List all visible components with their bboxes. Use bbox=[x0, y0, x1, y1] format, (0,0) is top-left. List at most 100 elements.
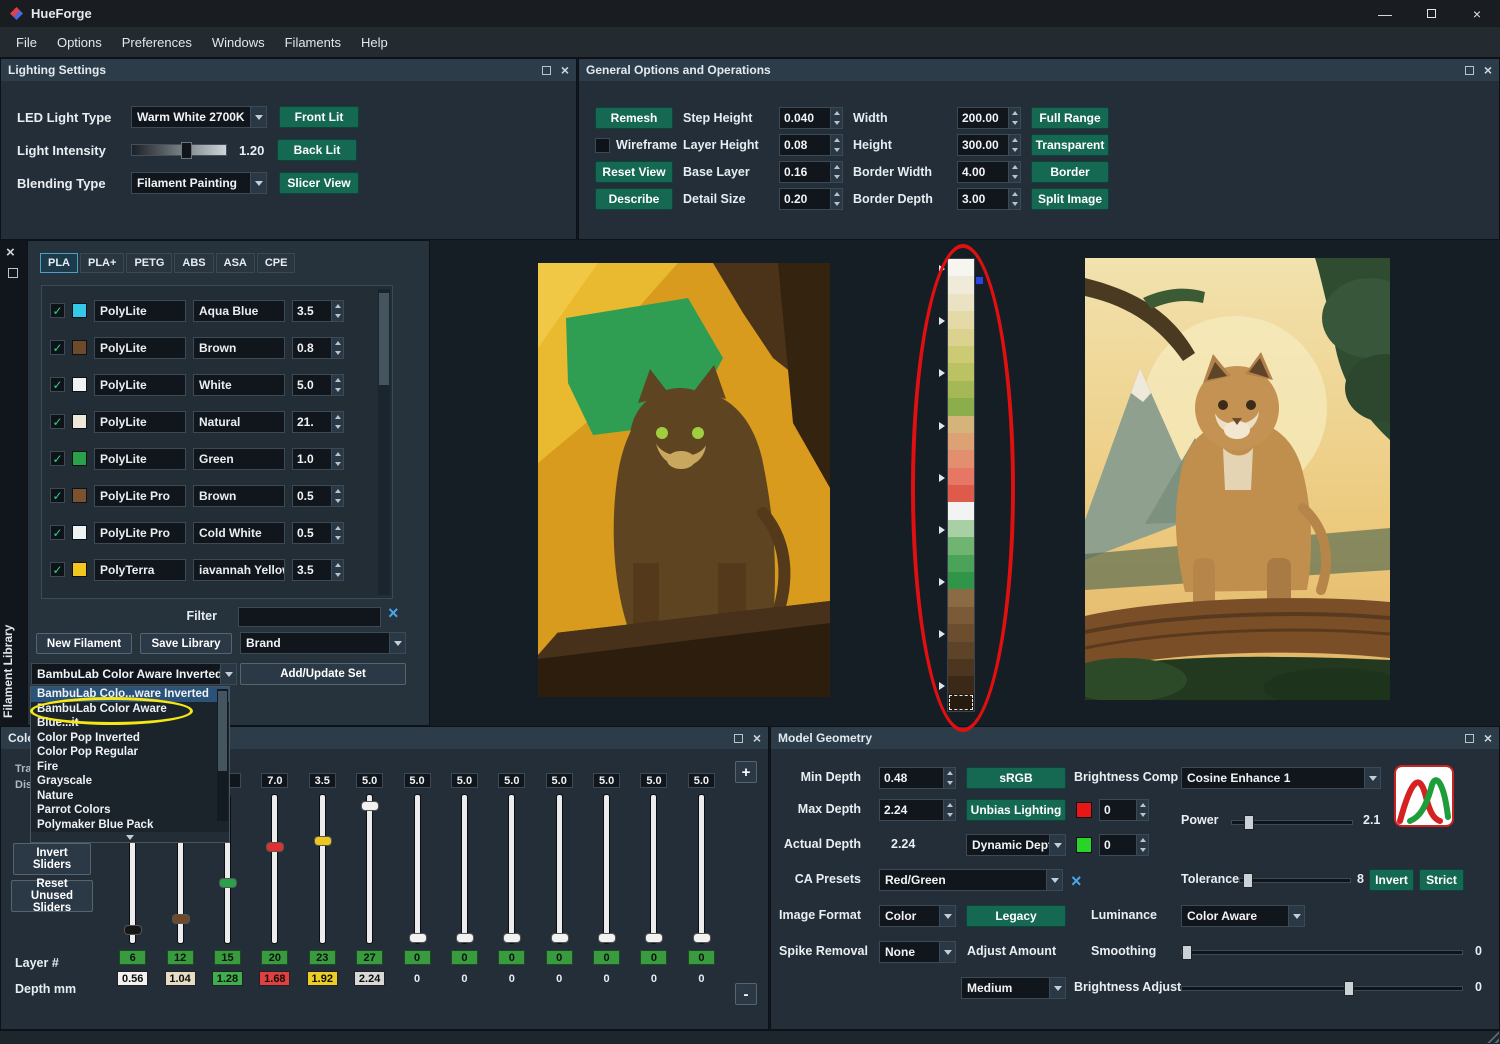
dynamic-depth-dropdown[interactable]: Dynamic Depth bbox=[966, 834, 1066, 856]
spin-arrows[interactable] bbox=[331, 523, 343, 543]
smoothing-slider-handle[interactable] bbox=[1182, 945, 1192, 960]
spin-arrows[interactable] bbox=[331, 338, 343, 358]
filament-checkbox[interactable] bbox=[50, 562, 65, 577]
color-strip-segment[interactable] bbox=[948, 659, 974, 676]
set-option[interactable]: Polymaker Blue Pack bbox=[31, 818, 229, 833]
spin-down-arrow[interactable] bbox=[332, 533, 343, 543]
spin-arrows[interactable] bbox=[331, 412, 343, 432]
spike-removal-dropdown[interactable]: None bbox=[879, 941, 956, 963]
spin-up-arrow[interactable] bbox=[1009, 162, 1020, 172]
spin-arrows[interactable] bbox=[830, 189, 842, 209]
menu-item-help[interactable]: Help bbox=[351, 31, 398, 54]
spin-arrows[interactable] bbox=[1008, 108, 1020, 128]
filament-td-input[interactable]: 5.0 bbox=[292, 374, 344, 396]
ca-presets-dropdown[interactable]: Red/Green bbox=[879, 869, 1063, 891]
layer-height-input[interactable]: 0.08 bbox=[779, 134, 843, 156]
filter-clear-icon[interactable]: × bbox=[388, 603, 399, 624]
slider-track[interactable] bbox=[508, 794, 515, 944]
set-option[interactable]: Color Pop Regular bbox=[31, 745, 229, 760]
set-option[interactable]: Color Pop Inverted bbox=[31, 731, 229, 746]
spin-down-arrow[interactable] bbox=[944, 810, 955, 820]
spin-down-arrow[interactable] bbox=[332, 311, 343, 321]
spin-down-arrow[interactable] bbox=[332, 348, 343, 358]
wireframe-checkbox[interactable] bbox=[595, 138, 610, 153]
border-width-input[interactable]: 4.00 bbox=[957, 161, 1021, 183]
set-option[interactable]: BambuLab Colo...ware Inverted bbox=[31, 687, 229, 702]
color-strip-segment[interactable] bbox=[948, 398, 974, 415]
min-depth-input[interactable]: 0.48 bbox=[879, 767, 956, 789]
menu-item-preferences[interactable]: Preferences bbox=[112, 31, 202, 54]
wireframe-toggle[interactable]: Wireframe bbox=[595, 138, 673, 153]
slider-handle[interactable] bbox=[456, 933, 474, 943]
slider-track[interactable] bbox=[271, 794, 278, 944]
filament-name-field[interactable]: Aqua Blue bbox=[193, 300, 285, 322]
red-channel-swatch[interactable] bbox=[1076, 802, 1092, 818]
filament-td-input[interactable]: 3.5 bbox=[292, 559, 344, 581]
spin-arrows[interactable] bbox=[943, 768, 955, 788]
set-option[interactable]: BambuLab Color Aware bbox=[31, 702, 229, 717]
slider-track[interactable] bbox=[698, 794, 705, 944]
remove-slider-button[interactable]: - bbox=[735, 983, 757, 1005]
split-image-button[interactable]: Split Image bbox=[1031, 188, 1109, 210]
set-option[interactable]: Parrot Colors bbox=[31, 803, 229, 818]
spin-arrows[interactable] bbox=[830, 135, 842, 155]
srgb-button[interactable]: sRGB bbox=[966, 767, 1066, 789]
color-strip-segment[interactable] bbox=[948, 276, 974, 293]
spin-up-arrow[interactable] bbox=[332, 523, 343, 533]
slider-handle[interactable] bbox=[124, 925, 142, 935]
color-strip-segment[interactable] bbox=[948, 694, 974, 711]
color-strip-segment[interactable] bbox=[948, 676, 974, 693]
luminance-dropdown[interactable]: Color Aware bbox=[1181, 905, 1305, 927]
spin-up-arrow[interactable] bbox=[831, 108, 842, 118]
slider-handle[interactable] bbox=[409, 933, 427, 943]
slider-max-box[interactable]: 5.0 bbox=[356, 773, 383, 788]
set-option[interactable]: Fire bbox=[31, 760, 229, 775]
border-depth-input[interactable]: 3.00 bbox=[957, 188, 1021, 210]
slider-max-box[interactable]: 5.0 bbox=[593, 773, 620, 788]
spin-arrows[interactable] bbox=[1136, 835, 1148, 855]
menu-item-file[interactable]: File bbox=[6, 31, 47, 54]
tab-petg[interactable]: PETG bbox=[126, 253, 172, 273]
scrollbar[interactable] bbox=[217, 689, 228, 821]
spin-down-arrow[interactable] bbox=[332, 496, 343, 506]
invert-button[interactable]: Invert bbox=[1369, 869, 1414, 891]
spin-up-arrow[interactable] bbox=[332, 375, 343, 385]
brand-dropdown[interactable]: Brand bbox=[240, 632, 406, 654]
color-strip-segment[interactable] bbox=[948, 329, 974, 346]
maximize-button[interactable] bbox=[1408, 0, 1454, 27]
slider-track[interactable] bbox=[556, 794, 563, 944]
tab-asa[interactable]: ASA bbox=[216, 253, 255, 273]
filament-set-dropdown[interactable]: BambuLab Color Aware Inverted bbox=[31, 663, 237, 685]
tab-pla[interactable]: PLA bbox=[40, 253, 78, 273]
spin-arrows[interactable] bbox=[830, 108, 842, 128]
color-strip-segment[interactable] bbox=[948, 259, 974, 276]
spin-up-arrow[interactable] bbox=[332, 449, 343, 459]
spin-arrows[interactable] bbox=[1008, 162, 1020, 182]
invert-sliders-button[interactable]: Invert Sliders bbox=[13, 843, 91, 875]
filament-checkbox[interactable] bbox=[50, 451, 65, 466]
filament-brand-field[interactable]: PolyLite bbox=[94, 300, 186, 322]
slicer-view-button[interactable]: Slicer View bbox=[279, 172, 359, 194]
filament-td-input[interactable]: 21. bbox=[292, 411, 344, 433]
color-strip-segment[interactable] bbox=[948, 363, 974, 380]
back-lit-button[interactable]: Back Lit bbox=[277, 139, 357, 161]
add-update-set-button[interactable]: Add/Update Set bbox=[240, 663, 406, 685]
slider-track[interactable] bbox=[603, 794, 610, 944]
color-strip-segment[interactable] bbox=[948, 485, 974, 502]
color-strip-segment[interactable] bbox=[948, 537, 974, 554]
color-strip-segment[interactable] bbox=[948, 607, 974, 624]
spin-down-arrow[interactable] bbox=[1009, 172, 1020, 182]
tab-pla[interactable]: PLA+ bbox=[80, 253, 124, 273]
full-range-button[interactable]: Full Range bbox=[1031, 107, 1109, 129]
close-icon[interactable]: × bbox=[561, 63, 569, 77]
spin-arrows[interactable] bbox=[331, 560, 343, 580]
reset-view-button[interactable]: Reset View bbox=[595, 161, 673, 183]
slider-max-box[interactable]: 5.0 bbox=[688, 773, 715, 788]
slider-max-box[interactable]: 5.0 bbox=[498, 773, 525, 788]
filament-checkbox[interactable] bbox=[50, 377, 65, 392]
slider-handle[interactable] bbox=[266, 842, 284, 852]
spin-down-arrow[interactable] bbox=[1009, 145, 1020, 155]
spin-up-arrow[interactable] bbox=[332, 486, 343, 496]
spin-up-arrow[interactable] bbox=[944, 800, 955, 810]
slider-handle[interactable] bbox=[693, 933, 711, 943]
